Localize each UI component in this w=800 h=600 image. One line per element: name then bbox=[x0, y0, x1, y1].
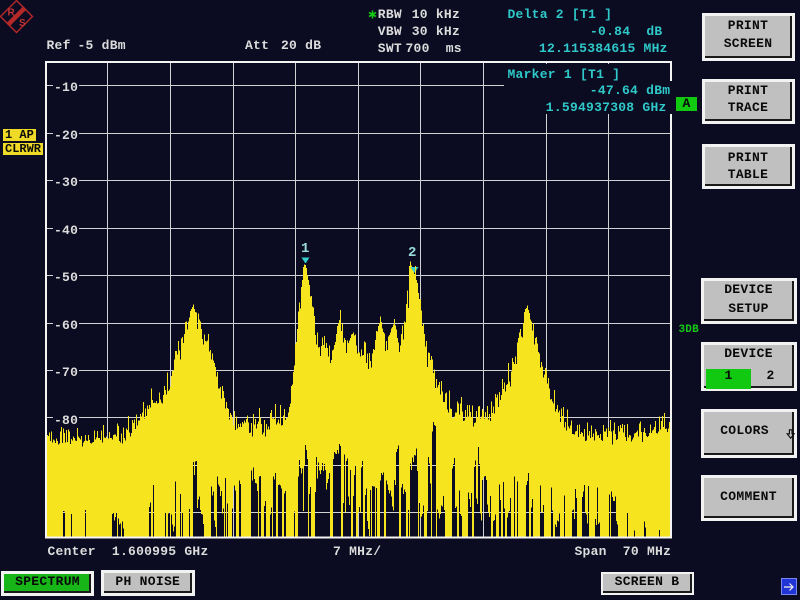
svg-text:R: R bbox=[8, 8, 16, 19]
svg-text:S: S bbox=[19, 18, 26, 29]
